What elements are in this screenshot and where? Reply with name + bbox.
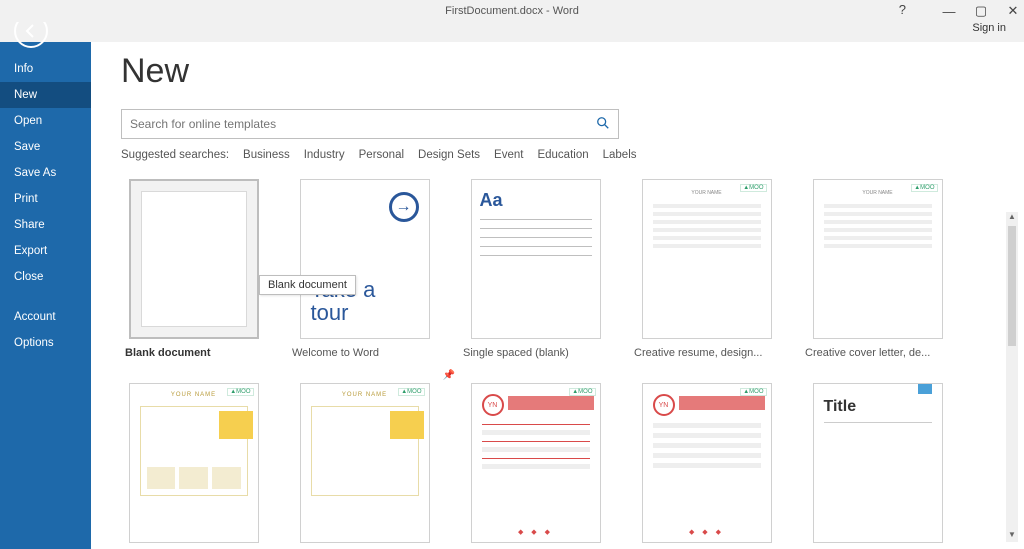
template-thumb: ▲MOO YOUR NAME [813,179,943,339]
sidebar-item-account[interactable]: Account [0,304,91,330]
template-caption: Single spaced (blank) [463,347,608,359]
suggested-label: Suggested searches: [121,149,229,161]
template-polished-resume[interactable]: ▲MOO YN ◆ ◆ ◆ Polished resume, desig... [463,383,608,549]
template-thumb: → Take a tour [300,179,430,339]
window-title: FirstDocument.docx - Word [445,5,579,17]
template-thumb: ▲MOO YOUR NAME [300,383,430,543]
moo-badge: ▲MOO [911,184,937,192]
moo-badge: ▲MOO [740,388,766,396]
picture-icon [918,383,932,394]
search-input[interactable] [130,117,596,131]
signin-row: Sign in [0,22,1024,42]
scroll-up-icon[interactable]: ▲ [1006,212,1018,224]
template-gallery: Blank document → Take a tour Welcome to … [121,179,994,549]
template-caption: Creative cover letter, de... [805,347,950,359]
template-polished-cover-letter[interactable]: ▲MOO YN ◆ ◆ ◆ Polished cover letter, de.… [634,383,779,549]
main: New Suggested searches: Business Industr… [91,42,1024,549]
sidebar-item-new[interactable]: New [0,82,91,108]
template-caption: Welcome to Word [292,347,437,359]
vertical-scrollbar[interactable]: ▲ ▼ [1006,212,1018,542]
tooltip: Blank document [259,275,356,295]
aa-text: Aa [480,190,592,211]
moo-badge: ▲MOO [569,388,595,396]
suggested-link-design-sets[interactable]: Design Sets [418,149,480,161]
pin-icon[interactable]: 📌 [443,370,455,381]
sidebar-item-close[interactable]: Close [0,264,91,290]
template-blog-post[interactable]: Title Blog post [805,383,950,549]
help-icon[interactable]: ? [899,2,906,17]
suggested-link-industry[interactable]: Industry [304,149,345,161]
lines [472,219,600,256]
sign-in-link[interactable]: Sign in [972,22,1006,34]
scrollbar-thumb[interactable] [1008,226,1016,346]
template-creative-resume[interactable]: ▲MOO YOUR NAME Creative resume, design..… [634,179,779,359]
yn-badge: YN [653,394,675,416]
search-box[interactable] [121,109,619,139]
template-crisp-resume[interactable]: ▲MOO YOUR NAME Crisp and clean resume... [121,383,266,549]
suggested-link-business[interactable]: Business [243,149,290,161]
arrow-right-icon: → [389,192,419,222]
close-icon[interactable]: ✕ [1006,3,1020,19]
template-thumb: ▲MOO YN ◆ ◆ ◆ [471,383,601,543]
your-name-text: YOUR NAME [301,392,429,398]
suggested-link-personal[interactable]: Personal [359,149,404,161]
sidebar-item-save-as[interactable]: Save As [0,160,91,186]
template-thumb: Aa [471,179,601,339]
template-single-spaced[interactable]: Aa Single spaced (blank) [463,179,608,359]
window-controls: — ▢ ✕ [942,0,1020,22]
template-thumb: ▲MOO YN ◆ ◆ ◆ [642,383,772,543]
sidebar-item-info[interactable]: Info [0,56,91,82]
template-caption: Creative resume, design... [634,347,779,359]
minimize-icon[interactable]: — [942,4,956,19]
suggested-link-education[interactable]: Education [537,149,588,161]
scroll-down-icon[interactable]: ▼ [1006,530,1018,542]
template-thumb: Title [813,383,943,543]
suggested-link-event[interactable]: Event [494,149,523,161]
template-blank-document[interactable]: Blank document [121,179,266,359]
page-title: New [121,52,994,91]
sidebar: Info New Open Save Save As Print Share E… [0,42,91,549]
suggested-searches: Suggested searches: Business Industry Pe… [121,149,994,161]
suggested-link-labels[interactable]: Labels [603,149,637,161]
template-caption: Blank document [121,347,266,359]
yn-badge: YN [482,394,504,416]
sidebar-item-save[interactable]: Save [0,134,91,160]
template-thumb: ▲MOO YOUR NAME [642,179,772,339]
moo-badge: ▲MOO [740,184,766,192]
sidebar-item-open[interactable]: Open [0,108,91,134]
search-icon[interactable] [596,116,610,133]
template-welcome-to-word[interactable]: → Take a tour Welcome to Word 📌 [292,179,437,359]
title-text: Title [824,398,857,415]
sidebar-item-share[interactable]: Share [0,212,91,238]
nav: Info New Open Save Save As Print Share E… [0,56,91,356]
your-name-text: YOUR NAME [130,392,258,398]
restore-icon[interactable]: ▢ [974,3,988,19]
template-crisp-cover-letter[interactable]: ▲MOO YOUR NAME Crisp and clean cover le.… [292,383,437,549]
sidebar-item-print[interactable]: Print [0,186,91,212]
template-thumb: ▲MOO YOUR NAME [129,383,259,543]
template-creative-cover-letter[interactable]: ▲MOO YOUR NAME Creative cover letter, de… [805,179,950,359]
sidebar-item-export[interactable]: Export [0,238,91,264]
sidebar-item-options[interactable]: Options [0,330,91,356]
titlebar: FirstDocument.docx - Word ? — ▢ ✕ [0,0,1024,22]
template-thumb [129,179,259,339]
